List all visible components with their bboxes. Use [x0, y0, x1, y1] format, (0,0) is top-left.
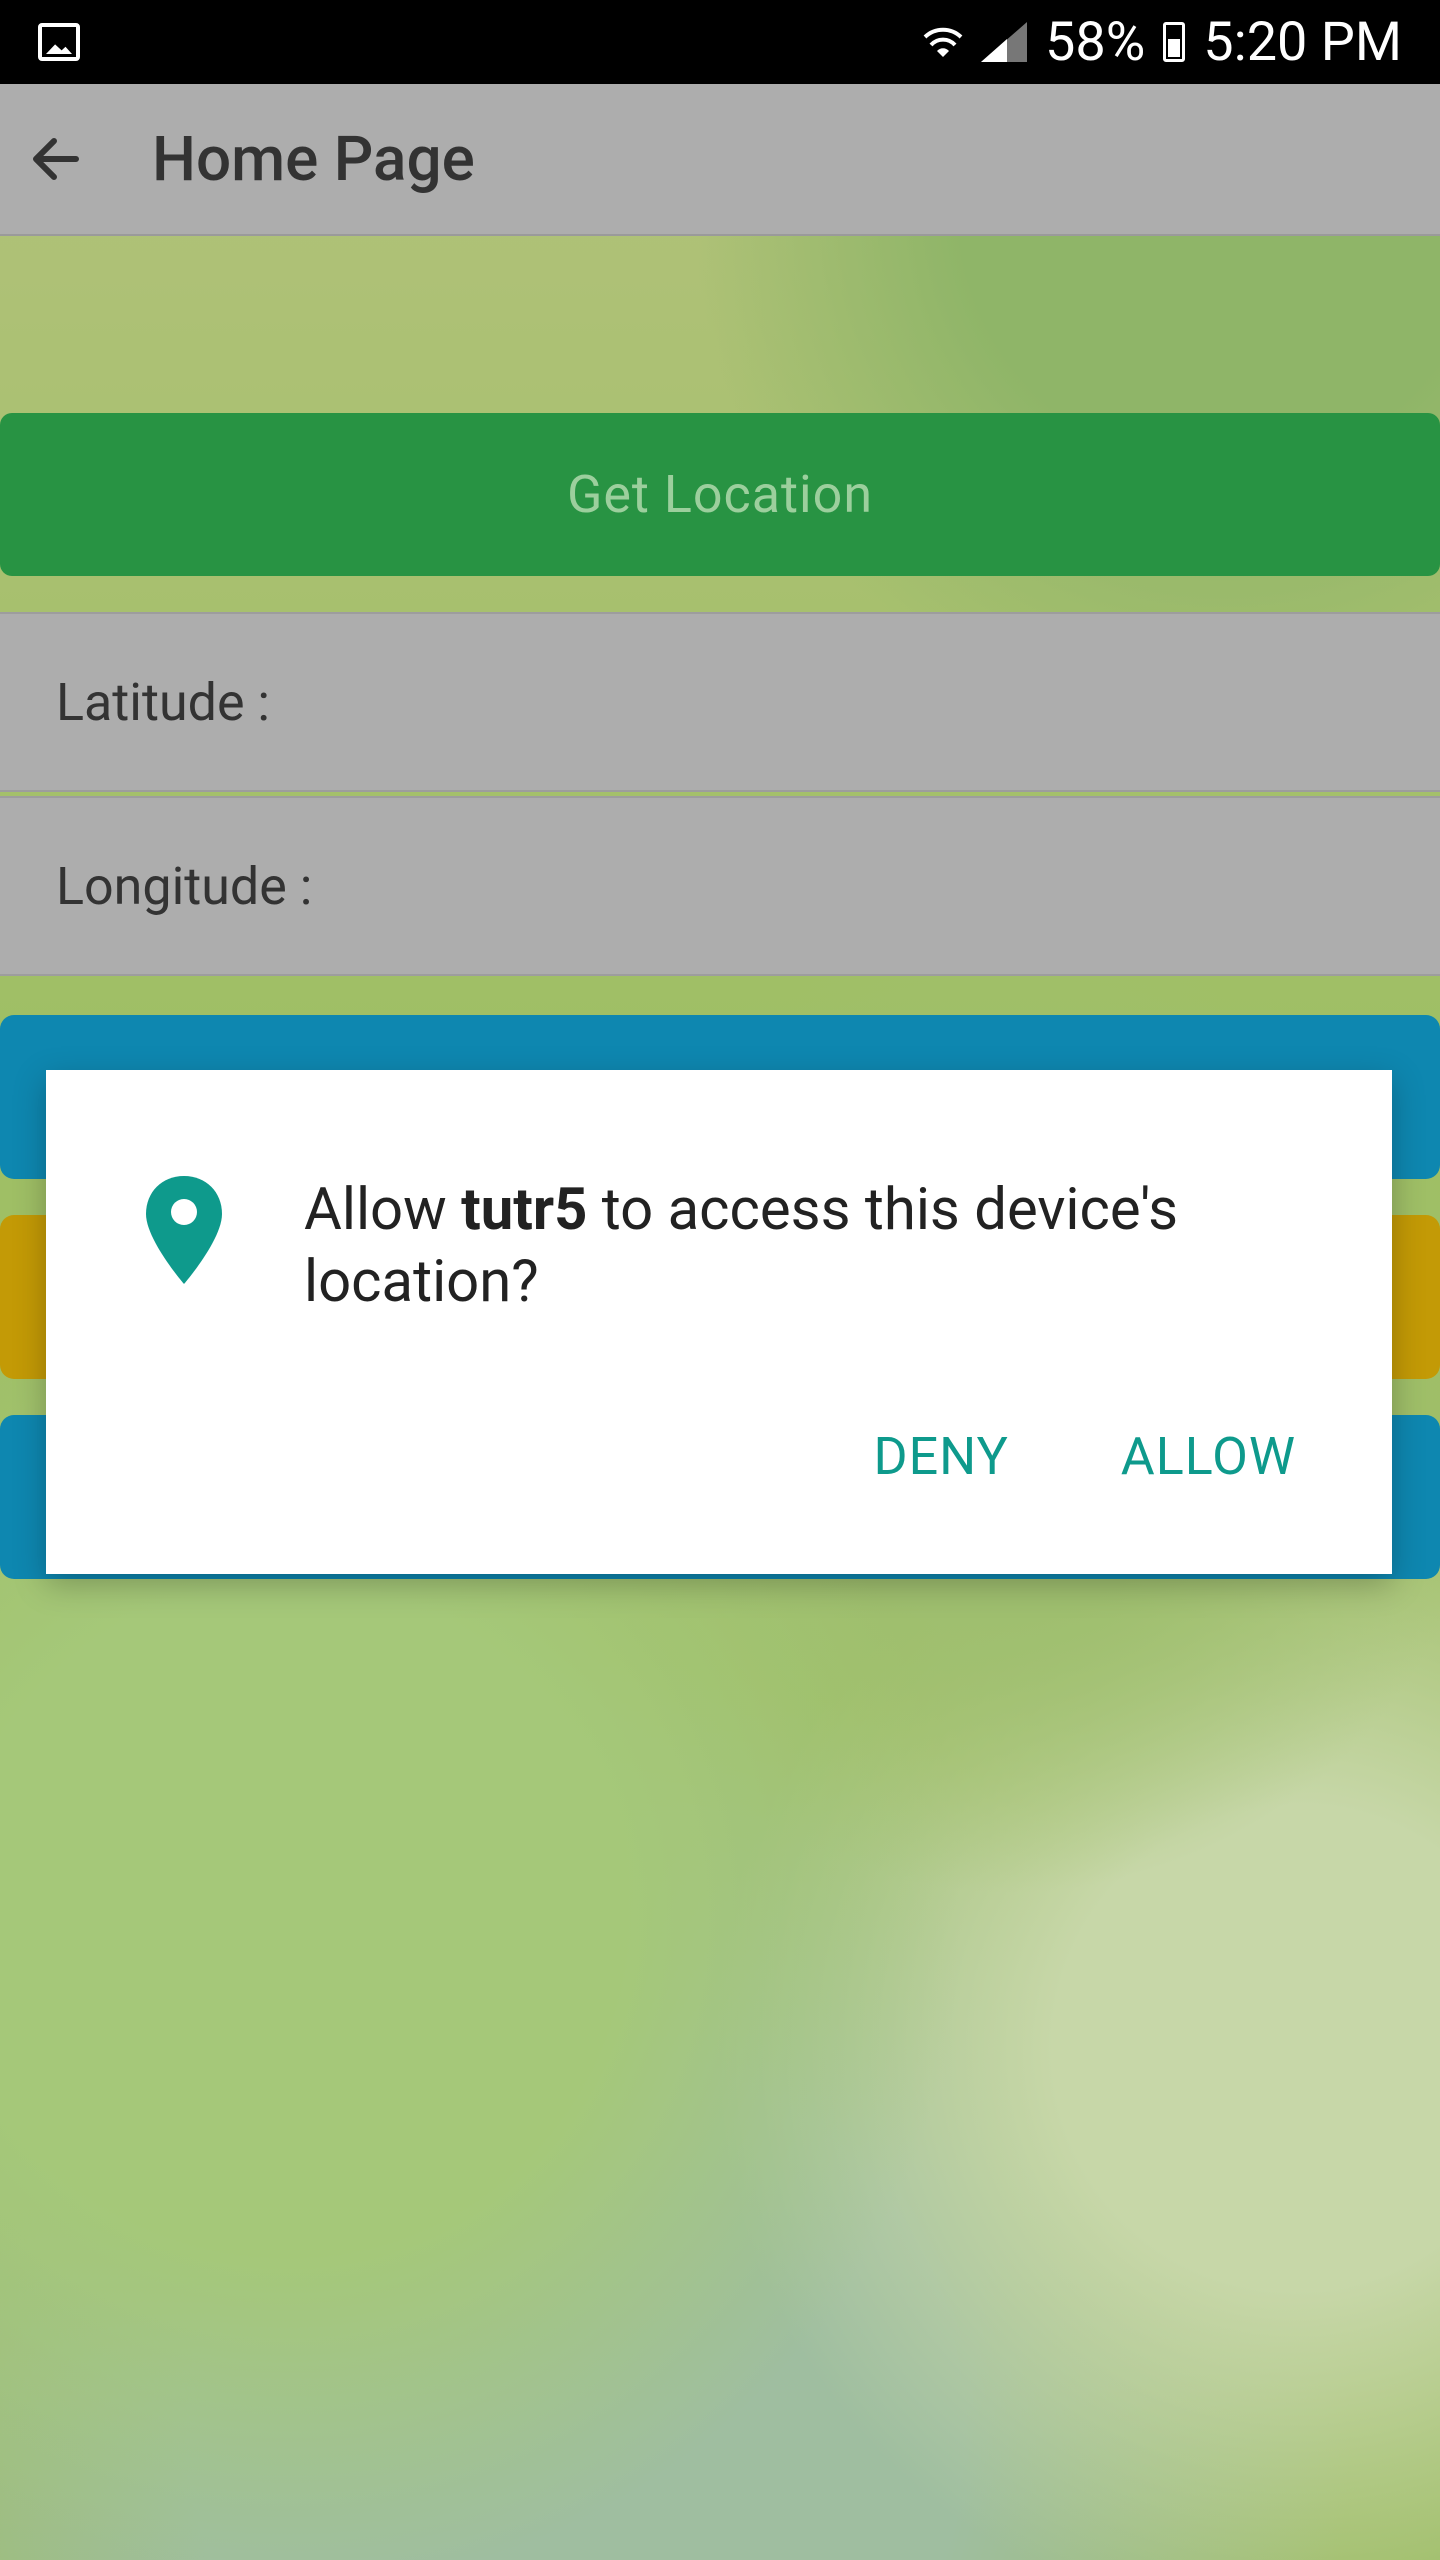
location-pin-icon — [146, 1176, 222, 1284]
wifi-icon — [923, 27, 963, 57]
battery-icon — [1163, 22, 1186, 62]
app-name: tutr5 — [461, 1176, 588, 1244]
message-prefix: Allow — [304, 1176, 462, 1244]
deny-button[interactable]: DENY — [874, 1426, 1009, 1487]
cell-signal-icon — [981, 22, 1028, 62]
status-bar: 58% 5:20 PM — [0, 0, 1440, 84]
dialog-actions: DENY ALLOW — [874, 1426, 1297, 1487]
permission-message: Allow tutr5 to access this device's loca… — [304, 1174, 1304, 1318]
latitude-field: Latitude : — [0, 612, 1440, 792]
longitude-label: Longitude : — [56, 855, 313, 917]
allow-button[interactable]: ALLOW — [1121, 1426, 1296, 1487]
longitude-field: Longitude : — [0, 796, 1440, 976]
location-permission-dialog: Allow tutr5 to access this device's loca… — [46, 1070, 1392, 1574]
back-arrow-icon[interactable] — [24, 127, 88, 191]
gallery-notification-icon — [38, 23, 80, 61]
page-title: Home Page — [152, 122, 475, 196]
app-bar: Home Page — [0, 84, 1440, 236]
latitude-label: Latitude : — [56, 671, 271, 733]
battery-percentage: 58% — [1045, 10, 1146, 74]
get-location-button[interactable]: Get Location — [0, 413, 1440, 576]
clock: 5:20 PM — [1203, 10, 1402, 74]
